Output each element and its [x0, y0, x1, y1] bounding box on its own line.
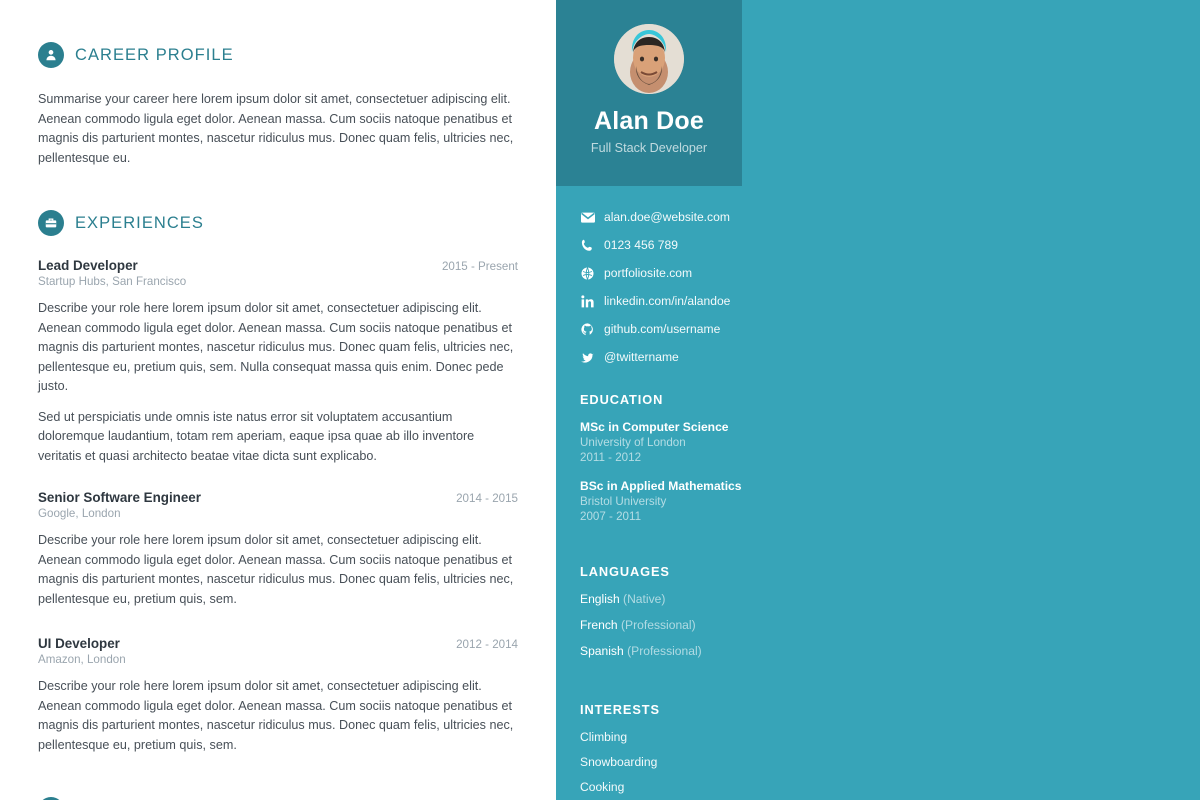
education-block: EDUCATION MSc in Computer Science Univer…: [580, 392, 742, 523]
job-date: 2015 - Present: [441, 260, 518, 273]
education-item: BSc in Applied Mathematics Bristol Unive…: [580, 479, 742, 523]
job-company: Startup Hubs, San Francisco: [38, 275, 187, 288]
career-profile-text: Summarise your career here lorem ipsum d…: [38, 92, 514, 165]
languages-title: LANGUAGES: [580, 564, 670, 579]
envelope-icon: [580, 210, 595, 224]
user-icon: [38, 42, 64, 68]
resume-document: CAREER PROFILE Summarise your career her…: [0, 0, 556, 800]
contact-twitter[interactable]: @twittername: [580, 350, 742, 364]
twitter-icon: [580, 350, 595, 364]
section-title: CAREER PROFILE: [75, 45, 234, 64]
language-name: French: [580, 618, 618, 632]
education-years: 2007 - 2011: [580, 510, 642, 523]
section-experiences: EXPERIENCES Lead Developer 2015 - Presen…: [38, 210, 518, 755]
education-title: EDUCATION: [580, 392, 664, 407]
profile-name: Alan Doe: [594, 107, 704, 135]
phone-icon: [580, 238, 595, 252]
job-company: Google, London: [38, 507, 121, 520]
contact-list: alan.doe@website.com 0123 456 789 portfo…: [580, 210, 742, 364]
interests-title: INTERESTS: [580, 702, 660, 717]
job-title: Senior Software Engineer: [38, 490, 201, 505]
color-variants-stack: Alan Doe Full Stack Developer alan.doe@w…: [556, 0, 1200, 800]
linkedin-icon: [580, 294, 595, 308]
experience-item: Senior Software Engineer 2014 - 2015 Goo…: [38, 490, 518, 609]
avatar: [614, 24, 684, 94]
job-company: Amazon, London: [38, 653, 126, 666]
language-level: (Professional): [621, 618, 696, 632]
job-description: Describe your role here lorem ipsum dolo…: [38, 301, 514, 393]
github-icon: [580, 322, 595, 336]
experience-heading: UI Developer 2012 - 2014: [38, 636, 518, 651]
section-header: CAREER PROFILE: [38, 42, 518, 68]
section-career-profile: CAREER PROFILE Summarise your career her…: [38, 42, 518, 168]
experience-heading: Senior Software Engineer 2014 - 2015: [38, 490, 518, 505]
contact-value: linkedin.com/in/alandoe: [604, 294, 731, 308]
interest-item: Cooking: [580, 780, 625, 794]
job-description: Describe your role here lorem ipsum dolo…: [38, 679, 514, 752]
language-name: English: [580, 592, 620, 606]
education-years: 2011 - 2012: [580, 451, 642, 464]
education-institution: Bristol University: [580, 495, 667, 508]
language-item: French (Professional): [580, 618, 742, 632]
profile-role: Full Stack Developer: [590, 141, 708, 155]
education-degree: BSc in Applied Mathematics: [580, 479, 742, 493]
contact-value: alan.doe@website.com: [604, 210, 730, 224]
job-description: Describe your role here lorem ipsum dolo…: [38, 533, 514, 606]
language-item: Spanish (Professional): [580, 644, 742, 658]
education-institution: University of London: [580, 436, 686, 449]
contact-value: 0123 456 789: [604, 238, 678, 252]
job-title: UI Developer: [38, 636, 120, 651]
contact-website[interactable]: portfoliosite.com: [580, 266, 742, 280]
languages-block: LANGUAGES English (Native) French (Profe…: [580, 564, 742, 658]
language-level: (Native): [623, 592, 666, 606]
experience-item: Lead Developer 2015 - Present Startup Hu…: [38, 258, 518, 466]
contact-value: portfoliosite.com: [604, 266, 693, 280]
experience-item: UI Developer 2012 - 2014 Amazon, London …: [38, 636, 518, 755]
interest-item: Climbing: [580, 730, 628, 744]
interest-item: Snowboarding: [580, 755, 658, 769]
education-degree: MSc in Computer Science: [580, 420, 729, 434]
variant-body: alan.doe@website.com 0123 456 789 portfo…: [556, 186, 742, 794]
contact-linkedin[interactable]: linkedin.com/in/alandoe: [580, 294, 742, 308]
section-header: EXPERIENCES: [38, 210, 518, 236]
job-title: Lead Developer: [38, 258, 138, 273]
contact-email[interactable]: alan.doe@website.com: [580, 210, 742, 224]
language-item: English (Native): [580, 592, 742, 606]
job-date: 2012 - 2014: [456, 638, 518, 651]
language-name: Spanish: [580, 644, 624, 658]
variant-header: Alan Doe Full Stack Developer: [556, 0, 742, 186]
job-date: 2014 - 2015: [456, 492, 518, 505]
contact-github[interactable]: github.com/username: [580, 322, 742, 336]
variant-teal[interactable]: Alan Doe Full Stack Developer alan.doe@w…: [556, 0, 1200, 800]
job-description-extra: Sed ut perspiciatis unde omnis iste natu…: [38, 409, 475, 463]
contact-value: github.com/username: [604, 322, 721, 336]
experience-heading: Lead Developer 2015 - Present: [38, 258, 518, 273]
contact-phone[interactable]: 0123 456 789: [580, 238, 742, 252]
globe-icon: [580, 266, 595, 280]
interests-block: INTERESTS Climbing Snowboarding Cooking: [580, 702, 742, 794]
briefcase-icon: [38, 210, 64, 236]
language-level: (Professional): [627, 644, 702, 658]
contact-value: @twittername: [604, 350, 679, 364]
section-title: EXPERIENCES: [75, 213, 204, 232]
education-item: MSc in Computer Science University of Lo…: [580, 420, 742, 464]
